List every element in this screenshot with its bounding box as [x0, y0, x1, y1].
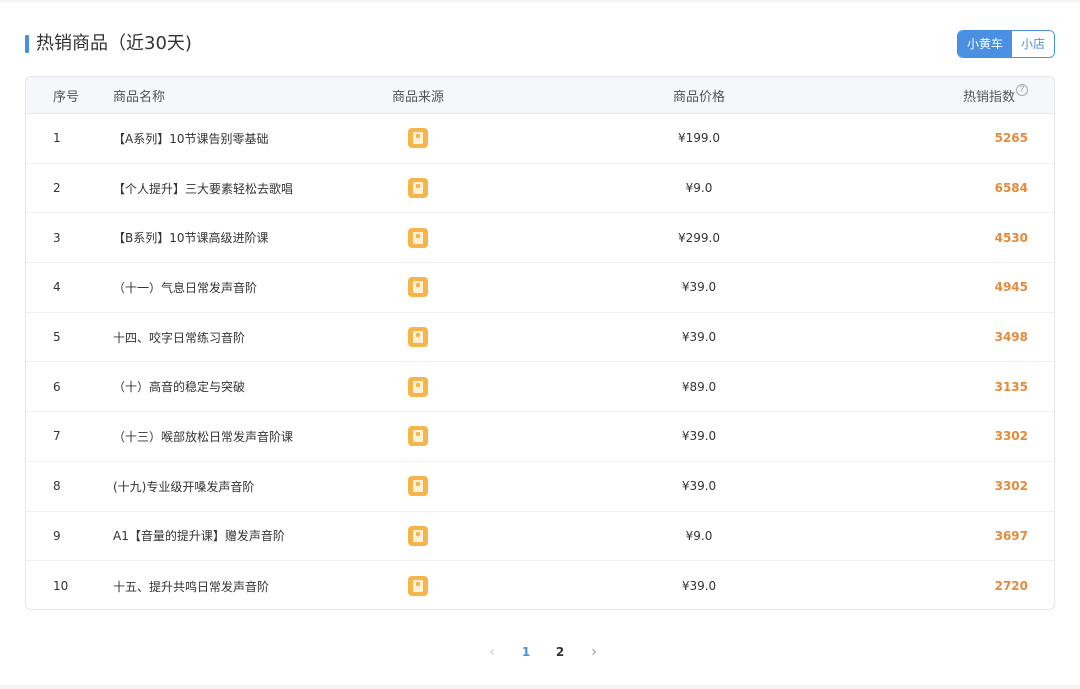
column-header-index: 序号 — [53, 89, 80, 105]
top-divider — [0, 0, 1080, 2]
table-row[interactable]: 5 十四、咬字日常练习音阶 ¥39.0 3498 — [26, 313, 1054, 363]
product-source — [390, 512, 446, 561]
product-source-icon — [408, 327, 428, 348]
hot-sale-index: 3302 — [994, 479, 1028, 494]
product-source-icon — [408, 476, 428, 497]
hot-sale-index: 3135 — [994, 379, 1028, 394]
column-header-heat-label: 热销指数 — [962, 89, 1015, 105]
product-source — [390, 114, 446, 163]
toggle-option-yellow-cart[interactable]: 小黄车 — [957, 31, 1012, 57]
row-index: 2 — [53, 181, 61, 196]
row-index: 3 — [53, 230, 61, 245]
table-row[interactable]: 10 十五、提升共鸣日常发声音阶 ¥39.0 2720 — [26, 561, 1054, 609]
product-price: ¥9.0 — [685, 528, 713, 543]
table-row[interactable]: 9 A1【音量的提升课】赠发声音阶 ¥9.0 3697 — [26, 512, 1054, 562]
product-source-icon — [408, 576, 428, 597]
table-row[interactable]: 1 【A系列】10节课告别零基础 ¥199.0 5265 — [26, 114, 1054, 164]
product-source-icon — [408, 227, 428, 248]
product-name[interactable]: （十）高音的稳定与突破 — [113, 362, 245, 411]
product-source — [390, 164, 446, 213]
hot-sale-index: 3498 — [994, 330, 1028, 345]
table-row[interactable]: 3 【B系列】10节课高级进阶课 ¥299.0 4530 — [26, 213, 1054, 264]
row-index: 1 — [53, 131, 61, 146]
hot-sale-index: 4530 — [994, 230, 1028, 245]
column-header-price: 商品价格 — [672, 89, 725, 105]
row-index: 6 — [53, 379, 61, 394]
product-name[interactable]: 【个人提升】三大要素轻松去歌唱 — [113, 164, 293, 213]
product-source-icon — [408, 277, 428, 298]
product-name[interactable]: （十一）气息日常发声音阶 — [113, 263, 257, 312]
product-price: ¥39.0 — [681, 479, 717, 494]
row-index: 5 — [53, 330, 61, 345]
row-index: 8 — [53, 479, 61, 494]
hot-products-page: 热销商品（近30天) 小黄车 小店 序号 商品名称 商品来源 商品价格 热销指数… — [0, 0, 1080, 689]
help-question-icon[interactable]: ? — [1016, 84, 1028, 96]
column-header-source: 商品来源 — [391, 89, 444, 105]
title-accent-bar — [25, 35, 29, 53]
table-header: 序号 商品名称 商品来源 商品价格 热销指数 ? — [26, 77, 1054, 114]
product-name[interactable]: 【B系列】10节课高级进阶课 — [113, 213, 269, 262]
product-source — [390, 561, 446, 609]
product-source-icon — [408, 376, 428, 397]
chevron-left-icon[interactable]: ‹ — [475, 644, 509, 660]
table-row[interactable]: 4 （十一）气息日常发声音阶 ¥39.0 4945 — [26, 263, 1054, 313]
hot-sale-index: 4945 — [994, 280, 1028, 295]
bottom-divider — [0, 685, 1080, 689]
product-name[interactable]: 十五、提升共鸣日常发声音阶 — [113, 561, 269, 609]
product-name[interactable]: 【A系列】10节课告别零基础 — [113, 114, 268, 163]
page-button-1[interactable]: 1 — [509, 645, 543, 659]
hot-sale-index: 2720 — [994, 579, 1028, 594]
product-source-icon — [408, 426, 428, 447]
table-row[interactable]: 8 (十九)专业级开嗓发声音阶 ¥39.0 3302 — [26, 462, 1054, 512]
product-source-icon — [408, 525, 428, 546]
product-price: ¥39.0 — [681, 280, 717, 295]
toggle-option-shop[interactable]: 小店 — [1011, 31, 1054, 57]
product-source — [390, 263, 446, 312]
product-source-icon — [408, 128, 428, 149]
hot-sale-index: 6584 — [994, 181, 1028, 196]
product-name[interactable]: （十三）喉部放松日常发声音阶课 — [113, 412, 293, 461]
product-price: ¥89.0 — [681, 379, 717, 394]
row-index: 10 — [53, 579, 69, 594]
product-source — [390, 313, 446, 362]
hot-sale-index: 5265 — [994, 131, 1028, 146]
table-row[interactable]: 7 （十三）喉部放松日常发声音阶课 ¥39.0 3302 — [26, 412, 1054, 462]
product-source — [390, 462, 446, 511]
hot-sale-index: 3697 — [994, 528, 1028, 543]
table-row[interactable]: 2 【个人提升】三大要素轻松去歌唱 ¥9.0 6584 — [26, 164, 1054, 214]
row-index: 7 — [53, 429, 61, 444]
column-header-name: 商品名称 — [113, 89, 166, 105]
column-header-heat: 热销指数 ? — [963, 77, 1028, 113]
channel-toggle: 小黄车 小店 — [956, 30, 1055, 58]
pagination: ‹ 1 2 › — [475, 640, 611, 664]
product-source-icon — [408, 178, 428, 199]
hot-products-table: 序号 商品名称 商品来源 商品价格 热销指数 ? 1 【A系列】10节课告别零基础… — [25, 76, 1055, 610]
row-index: 4 — [53, 280, 61, 295]
table-body: 1 【A系列】10节课告别零基础 ¥199.0 5265 2 【个人提升】三大要素轻松去歌… — [26, 114, 1054, 609]
row-index: 9 — [53, 528, 61, 543]
product-price: ¥299.0 — [678, 230, 720, 245]
section-title: 热销商品（近30天) — [36, 33, 192, 54]
product-price: ¥39.0 — [681, 330, 717, 345]
product-price: ¥199.0 — [678, 131, 720, 146]
section-header: 热销商品（近30天) 小黄车 小店 — [25, 30, 1055, 60]
product-price: ¥39.0 — [681, 579, 717, 594]
table-row[interactable]: 6 （十）高音的稳定与突破 ¥89.0 3135 — [26, 362, 1054, 413]
product-source — [390, 362, 446, 411]
product-price: ¥39.0 — [681, 429, 717, 444]
product-source — [390, 213, 446, 262]
product-price: ¥9.0 — [685, 181, 713, 196]
product-name[interactable]: A1【音量的提升课】赠发声音阶 — [113, 512, 285, 561]
hot-sale-index: 3302 — [994, 429, 1028, 444]
page-button-2[interactable]: 2 — [543, 645, 577, 659]
product-name[interactable]: 十四、咬字日常练习音阶 — [113, 313, 245, 362]
product-name[interactable]: (十九)专业级开嗓发声音阶 — [113, 462, 254, 511]
chevron-right-icon[interactable]: › — [577, 644, 611, 660]
product-source — [390, 412, 446, 461]
